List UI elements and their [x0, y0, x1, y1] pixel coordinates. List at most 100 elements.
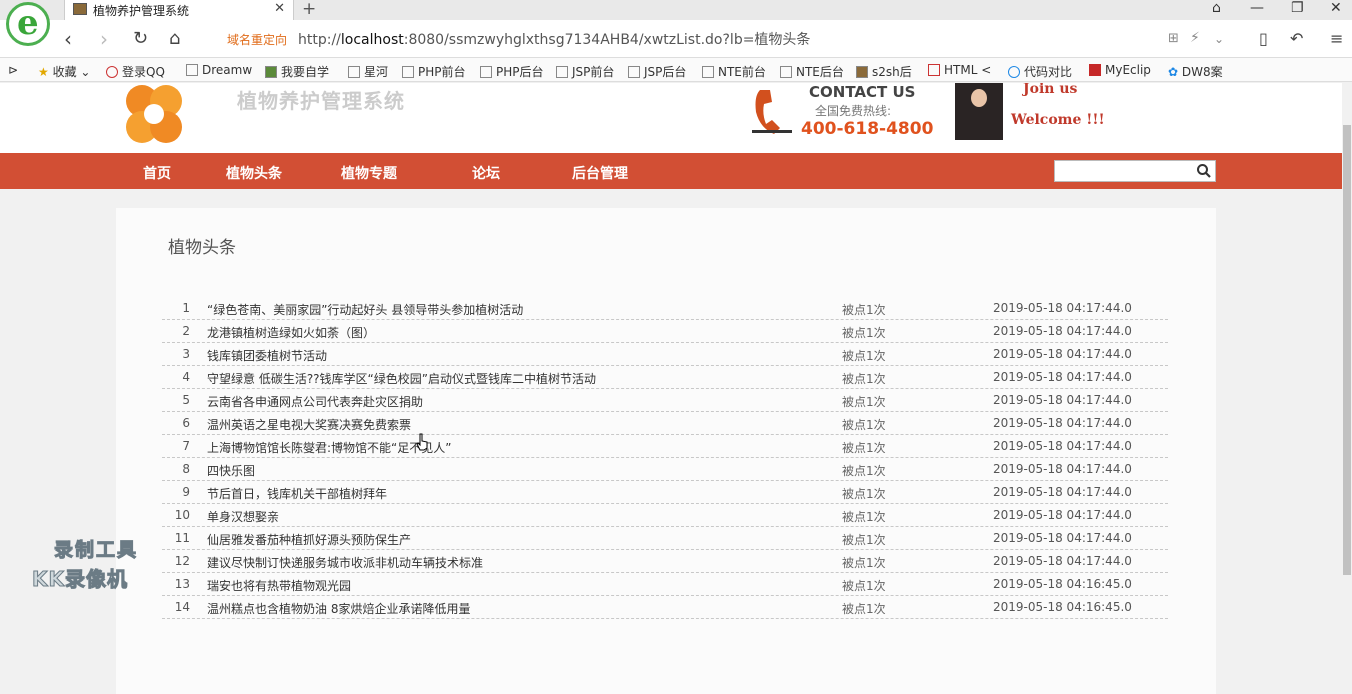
- hotline-number: 400-618-4800: [801, 119, 934, 139]
- news-title-link[interactable]: 龙港镇植树造绿如火如荼（图）: [207, 324, 375, 341]
- site-header: 植物养护管理系统 CONTACT US 全国免费热线: 400-618-4800…: [0, 83, 1342, 153]
- bookmark-icon[interactable]: ▯: [1259, 29, 1268, 48]
- bookmark-item[interactable]: 登录QQ: [106, 63, 165, 80]
- news-title-link[interactable]: 上海博物馆馆长陈燮君:博物馆不能“足不见人”: [207, 439, 451, 456]
- welcome-text: Welcome !!!: [1011, 112, 1105, 128]
- bookmark-item[interactable]: 我要自学: [265, 63, 329, 80]
- join-us-text: Join us: [1023, 83, 1078, 97]
- news-row[interactable]: 6 温州英语之星电视大奖赛决赛免费索票 被点1次 2019-05-18 04:17:4…: [162, 412, 1168, 435]
- news-title-link[interactable]: 守望绿意 低碳生活??钱库学区“绿色校园”启动仪式暨钱库二中植树节活动: [207, 370, 596, 387]
- news-clicks: 被点1次: [842, 326, 886, 340]
- news-index: 9: [182, 485, 190, 499]
- browser-tab[interactable]: 植物养护管理系统 ✕: [64, 0, 294, 20]
- news-row[interactable]: 3 钱库镇团委植树节活动 被点1次 2019-05-18 04:17:44.0: [162, 343, 1168, 366]
- chevron-down-icon[interactable]: ⌄: [1214, 32, 1224, 46]
- back-icon[interactable]: ‹: [64, 27, 72, 51]
- news-row[interactable]: 12 建议尽快制订快递服务城市收派非机动车辆技术标准 被点1次 2019-05-18 …: [162, 550, 1168, 573]
- restore-icon[interactable]: ❐: [1291, 0, 1304, 16]
- news-row[interactable]: 10 单身汉想娶亲 被点1次 2019-05-18 04:17:44.0: [162, 504, 1168, 527]
- search-icon[interactable]: [1196, 163, 1212, 179]
- news-title-link[interactable]: 仙居雅发番茄种植抓好源头预防保生产: [207, 531, 411, 548]
- news-row[interactable]: 5 云南省各申通网点公司代表奔赴灾区捐助 被点1次 2019-05-18 04:17:…: [162, 389, 1168, 412]
- scrollbar-thumb[interactable]: [1343, 125, 1351, 575]
- news-index: 7: [182, 439, 190, 453]
- watermark-line-2: KK录像机: [32, 567, 128, 592]
- nav-forum[interactable]: 论坛: [472, 163, 500, 183]
- news-title-link[interactable]: 单身汉想娶亲: [207, 508, 279, 525]
- news-date: 2019-05-18 04:17:44.0: [993, 324, 1132, 338]
- forward-icon[interactable]: ›: [100, 27, 108, 51]
- bookmark-item[interactable]: JSP后台: [628, 63, 686, 80]
- news-title-link[interactable]: 温州英语之星电视大奖赛决赛免费索票: [207, 416, 411, 433]
- nav-admin[interactable]: 后台管理: [572, 163, 628, 183]
- nav-home[interactable]: 首页: [143, 163, 171, 183]
- grid-icon[interactable]: ⊞: [1168, 31, 1179, 46]
- nav-plant-headlines[interactable]: 植物头条: [226, 163, 282, 183]
- bookmark-item[interactable]: NTE前台: [702, 63, 766, 80]
- news-clicks: 被点1次: [842, 349, 886, 363]
- news-title-link[interactable]: 瑞安也将有热带植物观光园: [207, 577, 351, 594]
- news-date: 2019-05-18 04:17:44.0: [993, 485, 1132, 499]
- bookmark-item[interactable]: JSP前台: [556, 63, 614, 80]
- url-input[interactable]: http://localhost:8080/ssmzwyhglxthsg7134…: [298, 29, 810, 49]
- news-clicks: 被点1次: [842, 556, 886, 570]
- sidebar-toggle-icon[interactable]: ⊳: [8, 63, 18, 77]
- window-close-icon[interactable]: ✕: [1330, 0, 1342, 16]
- menu-icon[interactable]: ≡: [1330, 29, 1343, 48]
- news-title-link[interactable]: 云南省各申通网点公司代表奔赴灾区捐助: [207, 393, 423, 410]
- news-clicks: 被点1次: [842, 418, 886, 432]
- tab-close-icon[interactable]: ✕: [274, 1, 285, 16]
- news-index: 1: [182, 301, 190, 315]
- undo-icon[interactable]: ↶: [1290, 29, 1303, 48]
- news-title-link[interactable]: 温州糕点也含植物奶油 8家烘焙企业承诺降低用量: [207, 600, 470, 617]
- redirect-label: 域名重定向: [227, 33, 288, 47]
- shirt-icon[interactable]: ⌂: [1212, 0, 1221, 16]
- bookmark-item[interactable]: ★ 收藏 ⌄: [38, 63, 90, 80]
- news-date: 2019-05-18 04:17:44.0: [993, 531, 1132, 545]
- news-index: 10: [174, 508, 190, 522]
- news-date: 2019-05-18 04:16:45.0: [993, 577, 1132, 591]
- search-input[interactable]: [1054, 160, 1216, 182]
- refresh-icon[interactable]: ↻: [133, 28, 148, 49]
- news-index: 8: [182, 462, 190, 476]
- bookmark-item[interactable]: ✿ DW8案: [1168, 63, 1223, 80]
- news-row[interactable]: 2 龙港镇植树造绿如火如荼（图） 被点1次 2019-05-18 04:17:44.0: [162, 320, 1168, 343]
- bookmark-item[interactable]: PHP后台: [480, 63, 544, 80]
- news-title-link[interactable]: 节后首日，钱库机关干部植树拜年: [207, 485, 387, 502]
- news-date: 2019-05-18 04:17:44.0: [993, 393, 1132, 407]
- news-row[interactable]: 4 守望绿意 低碳生活??钱库学区“绿色校园”启动仪式暨钱库二中植树节活动 被点1次…: [162, 366, 1168, 389]
- news-title-link[interactable]: “绿色苍南、美丽家园”行动起好头 县领导带头参加植树活动: [207, 301, 523, 318]
- bookmark-item[interactable]: PHP前台: [402, 63, 466, 80]
- minimize-icon[interactable]: —: [1250, 0, 1264, 16]
- news-row[interactable]: 9 节后首日，钱库机关干部植树拜年 被点1次 2019-05-18 04:17:44.…: [162, 481, 1168, 504]
- news-index: 14: [174, 600, 190, 614]
- news-clicks: 被点1次: [842, 395, 886, 409]
- bookmark-item[interactable]: NTE后台: [780, 63, 844, 80]
- news-index: 6: [182, 416, 190, 430]
- nav-plant-topics[interactable]: 植物专题: [341, 163, 397, 183]
- news-row[interactable]: 13 瑞安也将有热带植物观光园 被点1次 2019-05-18 04:16:45.0: [162, 573, 1168, 596]
- browser-logo-icon[interactable]: e: [6, 2, 50, 46]
- news-row[interactable]: 8 四快乐图 被点1次 2019-05-18 04:17:44.0: [162, 458, 1168, 481]
- news-row[interactable]: 14 温州糕点也含植物奶油 8家烘焙企业承诺降低用量 被点1次 2019-05-18 …: [162, 596, 1168, 619]
- bookmark-item[interactable]: 星河: [348, 63, 388, 80]
- bookmark-item[interactable]: MyEclip: [1089, 63, 1151, 77]
- news-date: 2019-05-18 04:17:44.0: [993, 347, 1132, 361]
- news-clicks: 被点1次: [842, 464, 886, 478]
- news-title-link[interactable]: 四快乐图: [207, 462, 255, 479]
- lightning-icon[interactable]: ⚡: [1190, 30, 1200, 46]
- bookmark-item[interactable]: s2sh后: [856, 63, 912, 80]
- news-title-link[interactable]: 建议尽快制订快递服务城市收派非机动车辆技术标准: [207, 554, 483, 571]
- news-title-link[interactable]: 钱库镇团委植树节活动: [207, 347, 327, 364]
- site-logo-icon: [126, 85, 182, 143]
- bookmark-item[interactable]: Dreamw: [186, 63, 252, 77]
- news-row[interactable]: 11 仙居雅发番茄种植抓好源头预防保生产 被点1次 2019-05-18 04:17:…: [162, 527, 1168, 550]
- bookmark-item[interactable]: HTML <: [928, 63, 991, 77]
- news-clicks: 被点1次: [842, 602, 886, 616]
- new-tab-icon[interactable]: +: [302, 0, 316, 19]
- news-clicks: 被点1次: [842, 441, 886, 455]
- news-row[interactable]: 7 上海博物馆馆长陈燮君:博物馆不能“足不见人” 被点1次 2019-05-18 04…: [162, 435, 1168, 458]
- home-icon[interactable]: ⌂: [169, 28, 180, 49]
- news-row[interactable]: 1 “绿色苍南、美丽家园”行动起好头 县领导带头参加植树活动 被点1次 2019-05…: [162, 297, 1168, 320]
- bookmark-item[interactable]: 代码对比: [1008, 63, 1072, 80]
